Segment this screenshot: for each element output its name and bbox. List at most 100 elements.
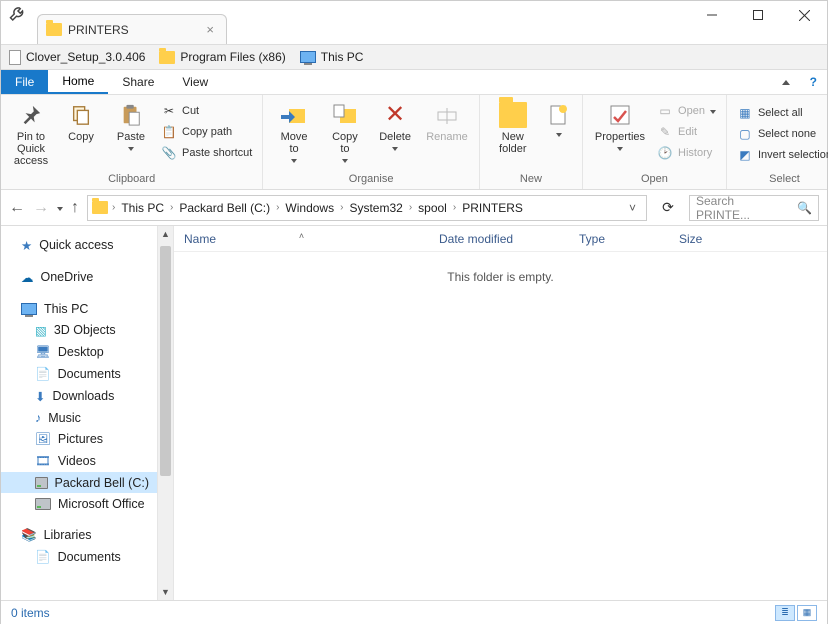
copy-icon	[67, 101, 95, 129]
breadcrumb-segment[interactable]: Windows	[283, 201, 336, 215]
cut-button[interactable]: ✂Cut	[157, 101, 256, 121]
pin-to-quick-access-button[interactable]: Pin to Quick access	[7, 99, 55, 169]
folder-icon	[46, 23, 62, 36]
breadcrumb[interactable]: › This PC› Packard Bell (C:)› Windows› S…	[87, 195, 647, 221]
ribbon-group-open: Properties ▭Open ✎Edit 🕑History Open	[583, 95, 727, 189]
copy-to-button[interactable]: Copy to	[321, 99, 369, 165]
search-input[interactable]: Search PRINTE... 🔍	[689, 195, 819, 221]
column-header-name[interactable]: ˄Name	[174, 232, 429, 246]
breadcrumb-separator[interactable]: ›	[274, 202, 281, 213]
paste-icon	[117, 101, 145, 129]
history-button[interactable]: 🕑History	[653, 143, 720, 163]
breadcrumb-separator[interactable]: ›	[451, 202, 458, 213]
edit-button[interactable]: ✎Edit	[653, 122, 720, 142]
scrollbar-thumb[interactable]	[160, 246, 171, 476]
rename-button[interactable]: Rename	[421, 99, 473, 145]
new-item-icon	[545, 101, 573, 129]
move-to-button[interactable]: Move to	[269, 99, 318, 165]
tree-item-this-pc[interactable]: This PC	[1, 298, 157, 319]
select-none-button[interactable]: ▢Select none	[733, 124, 828, 144]
select-none-icon: ▢	[737, 126, 753, 142]
breadcrumb-segment[interactable]: System32	[347, 201, 404, 215]
new-item-button[interactable]	[542, 99, 576, 139]
forward-button[interactable]: →	[33, 199, 49, 217]
group-label: Select	[727, 173, 828, 189]
status-bar: 0 items ≣ ▦	[1, 600, 827, 624]
navigation-tree[interactable]: ★Quick access ☁OneDrive This PC ▧3D Obje…	[1, 226, 158, 600]
ribbon: Pin to Quick access Copy Paste ✂Cut 📋Cop…	[1, 95, 827, 190]
select-all-button[interactable]: ▦Select all	[733, 103, 828, 123]
open-button[interactable]: ▭Open	[653, 101, 720, 121]
column-header-size[interactable]: Size	[669, 232, 749, 246]
breadcrumb-separator[interactable]: ›	[407, 202, 414, 213]
copy-button[interactable]: Copy	[57, 99, 105, 145]
details-view-button[interactable]: ≣	[775, 605, 795, 621]
chevron-down-icon	[128, 147, 134, 151]
app-menu-icon[interactable]	[9, 5, 27, 28]
pictures-icon: 🖼	[35, 432, 51, 447]
icons-view-button[interactable]: ▦	[797, 605, 817, 621]
breadcrumb-dropdown[interactable]: ˅	[623, 201, 642, 215]
tree-item-ms-office[interactable]: Microsoft Office	[1, 493, 157, 514]
column-header-type[interactable]: Type	[569, 232, 669, 246]
ribbon-collapse-button[interactable]	[772, 70, 800, 94]
breadcrumb-segment[interactable]: Packard Bell (C:)	[177, 201, 272, 215]
tree-item-3d-objects[interactable]: ▧3D Objects	[1, 319, 157, 341]
ribbon-tab-view[interactable]: View	[168, 70, 222, 94]
tree-item-desktop[interactable]: 🖥Desktop	[1, 341, 157, 363]
breadcrumb-segment[interactable]: spool	[416, 201, 449, 215]
ribbon-tab-home[interactable]: Home	[48, 70, 108, 94]
tree-item-onedrive[interactable]: ☁OneDrive	[1, 266, 157, 288]
copy-path-button[interactable]: 📋Copy path	[157, 122, 256, 142]
tree-item-lib-documents[interactable]: 📄Documents	[1, 546, 157, 568]
breadcrumb-separator[interactable]: ›	[110, 202, 117, 213]
maximize-button[interactable]	[735, 1, 781, 29]
tree-item-drive-c[interactable]: Packard Bell (C:)	[1, 472, 157, 493]
libraries-icon: 📚	[21, 528, 37, 543]
browser-tab[interactable]: PRINTERS ×	[37, 14, 227, 44]
scroll-up-icon[interactable]: ▲	[158, 226, 173, 242]
paste-shortcut-button[interactable]: 📎Paste shortcut	[157, 143, 256, 163]
invert-selection-button[interactable]: ◩Invert selection	[733, 145, 828, 165]
paste-button[interactable]: Paste	[107, 99, 155, 153]
open-icon: ▭	[657, 103, 673, 119]
bookmark-item[interactable]: Program Files (x86)	[159, 50, 285, 64]
breadcrumb-separator[interactable]: ›	[168, 202, 175, 213]
up-button[interactable]: ↑	[71, 199, 79, 217]
empty-folder-message: This folder is empty.	[174, 252, 827, 302]
back-button[interactable]: ←	[9, 199, 25, 217]
tree-item-music[interactable]: ♪Music	[1, 407, 157, 428]
help-button[interactable]: ?	[800, 70, 827, 94]
invert-selection-icon: ◩	[737, 147, 753, 163]
breadcrumb-segment[interactable]: This PC	[119, 201, 166, 215]
ribbon-tab-share[interactable]: Share	[108, 70, 168, 94]
close-button[interactable]	[781, 1, 827, 29]
item-count: 0 items	[11, 606, 50, 620]
tree-item-downloads[interactable]: ⬇Downloads	[1, 385, 157, 407]
tree-scrollbar[interactable]: ▲ ▼	[158, 226, 174, 600]
bookmark-item[interactable]: Clover_Setup_3.0.406	[9, 50, 145, 65]
tree-item-pictures[interactable]: 🖼Pictures	[1, 428, 157, 450]
desktop-icon: 🖥	[35, 345, 51, 360]
delete-button[interactable]: ✕ Delete	[371, 99, 419, 153]
bookmarks-bar: Clover_Setup_3.0.406 Program Files (x86)…	[1, 44, 827, 70]
tree-item-quick-access[interactable]: ★Quick access	[1, 234, 157, 256]
minimize-button[interactable]	[689, 1, 735, 29]
properties-button[interactable]: Properties	[589, 99, 651, 153]
breadcrumb-separator[interactable]: ›	[338, 202, 345, 213]
new-folder-button[interactable]: New folder	[486, 99, 540, 157]
refresh-button[interactable]: ⟳	[655, 195, 681, 221]
recent-locations-button[interactable]	[57, 207, 63, 211]
tree-item-documents[interactable]: 📄Documents	[1, 363, 157, 385]
tree-item-libraries[interactable]: 📚Libraries	[1, 524, 157, 546]
scroll-down-icon[interactable]: ▼	[158, 584, 173, 600]
tab-close-button[interactable]: ×	[202, 22, 218, 37]
breadcrumb-segment[interactable]: PRINTERS	[460, 201, 525, 215]
ribbon-tab-file[interactable]: File	[1, 70, 48, 94]
column-header-date[interactable]: Date modified	[429, 232, 569, 246]
bookmark-item[interactable]: This PC	[300, 50, 364, 64]
chevron-down-icon	[710, 110, 716, 114]
tree-item-videos[interactable]: 🎞Videos	[1, 450, 157, 472]
ribbon-group-organise: Move to Copy to ✕ Delete Rename Organise	[263, 95, 480, 189]
folder-icon	[159, 51, 175, 64]
